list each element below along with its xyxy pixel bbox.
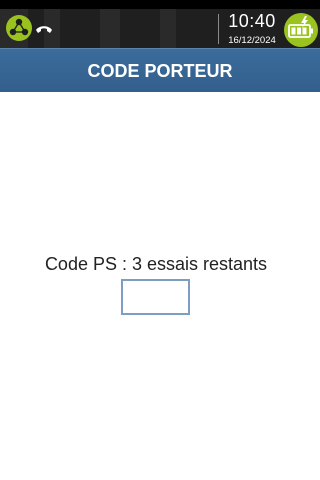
date: 16/12/2024	[228, 35, 276, 46]
phone-hangup-icon	[36, 26, 52, 33]
title-bar: CODE PORTEUR	[0, 48, 320, 92]
status-bar: 10:40 16/12/2024	[0, 0, 320, 48]
status-separator	[218, 14, 219, 44]
clock: 10:40	[228, 11, 276, 31]
battery-charging-icon	[284, 13, 318, 47]
pin-input[interactable]	[121, 279, 190, 315]
pin-prompt: Code PS : 3 essais restants	[44, 254, 268, 274]
page-title: CODE PORTEUR	[87, 61, 233, 81]
network-icon	[6, 15, 32, 41]
